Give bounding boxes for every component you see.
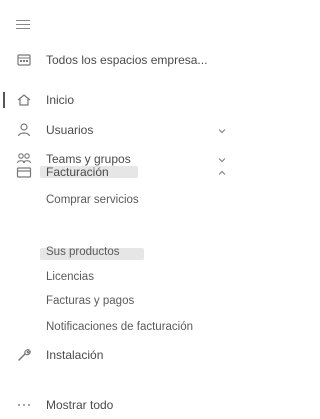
nav-item-mostrar-todo[interactable]: Mostrar todo (0, 391, 243, 419)
chevron-down-icon[interactable] (217, 125, 227, 135)
nav-item-label: Facturación (46, 165, 109, 179)
nav-item-facturacion[interactable]: Facturación (0, 158, 243, 186)
workspace-selector[interactable]: Todos los espacios empresa... (0, 46, 243, 74)
ellipsis-icon (16, 397, 32, 413)
nav-item-inicio[interactable]: Inicio (0, 86, 243, 114)
card-icon (16, 164, 32, 180)
subnav-item-notificaciones[interactable]: Notificaciones de facturación (46, 317, 193, 337)
subnav-item-sus-productos[interactable]: Sus productos (46, 242, 120, 262)
workspace-label: Todos los espacios empresa... (46, 53, 208, 67)
home-icon (16, 92, 32, 108)
hamburger-icon[interactable] (16, 20, 30, 29)
subnav-item-comprar-servicios[interactable]: Comprar servicios (46, 190, 139, 210)
building-icon (16, 52, 32, 68)
subnav-item-facturas-pagos[interactable]: Facturas y pagos (46, 291, 134, 311)
nav-item-label: Instalación (46, 348, 104, 362)
subnav-item-licencias[interactable]: Licencias (46, 267, 94, 287)
nav-item-label: Usuarios (46, 123, 94, 137)
admin-side-navigation: Todos los espacios empresa... Inicio Usu… (0, 0, 243, 419)
nav-item-label: Mostrar todo (46, 398, 114, 412)
user-icon (16, 122, 32, 138)
nav-item-usuarios[interactable]: Usuarios (0, 116, 243, 144)
chevron-up-icon[interactable] (217, 167, 227, 177)
nav-item-label: Inicio (46, 93, 75, 107)
nav-item-instalacion[interactable]: Instalación (0, 341, 243, 369)
wrench-icon (16, 347, 32, 363)
